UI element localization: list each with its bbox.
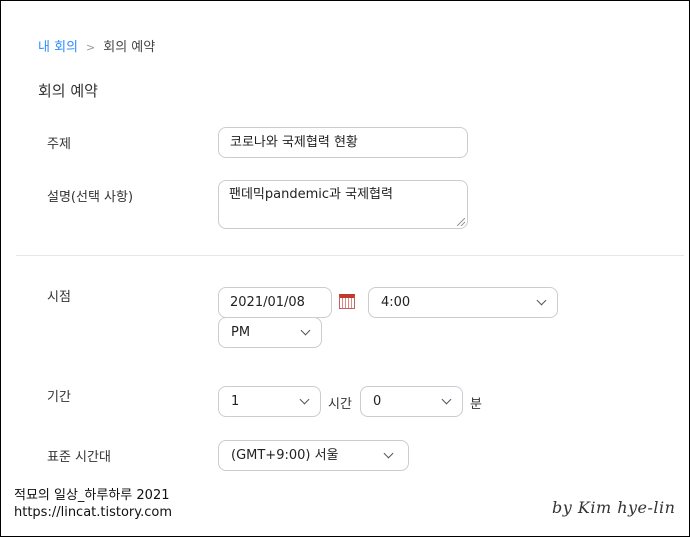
description-label: 설명(선택 사항): [47, 190, 134, 205]
breadcrumb: 내 회의 > 회의 예약: [38, 36, 155, 55]
chevron-down-icon: [300, 325, 311, 336]
time-value: 4:00: [381, 295, 411, 310]
duration-label: 기간: [47, 390, 71, 405]
description-text: 팬데믹pandemic과 국제협력: [229, 187, 393, 202]
blog-watermark: 적묘의 일상_하루하루 2021 https://lincat.tistory.…: [14, 487, 172, 521]
section-divider: [16, 255, 684, 256]
duration-hours-select[interactable]: 1: [218, 386, 321, 417]
blog-watermark-url: https://lincat.tistory.com: [14, 505, 173, 520]
duration-hours-value: 1: [231, 394, 240, 409]
chevron-down-icon: [441, 394, 452, 405]
breadcrumb-separator: >: [86, 41, 96, 54]
chevron-down-icon: [383, 448, 394, 459]
chevron-down-icon: [536, 295, 547, 306]
calendar-icon[interactable]: [339, 294, 355, 309]
breadcrumb-current: 회의 예약: [103, 40, 156, 55]
timezone-label: 표준 시간대: [47, 450, 111, 465]
hours-unit-label: 시간: [328, 397, 352, 412]
resize-handle[interactable]: [457, 218, 465, 226]
ampm-select[interactable]: PM: [218, 317, 322, 348]
topic-label: 주제: [47, 137, 71, 152]
duration-minutes-value: 0: [373, 394, 382, 409]
minutes-unit-label: 분: [470, 397, 482, 412]
breadcrumb-my-meetings-link[interactable]: 내 회의: [38, 40, 78, 55]
timezone-value: (GMT+9:00) 서울: [231, 448, 339, 463]
time-select[interactable]: 4:00: [368, 287, 558, 318]
author-signature: by Kim hye-lin: [552, 498, 676, 517]
blog-watermark-title: 적묘의 일상_하루하루 2021: [14, 488, 170, 503]
timezone-select[interactable]: (GMT+9:00) 서울: [218, 440, 409, 471]
chevron-down-icon: [299, 394, 310, 405]
topic-input[interactable]: 코로나와 국제협력 현황: [218, 127, 468, 158]
when-label: 시점: [47, 290, 71, 305]
duration-minutes-select[interactable]: 0: [360, 386, 463, 417]
date-input[interactable]: 2021/01/08: [218, 287, 332, 318]
description-textarea[interactable]: 팬데믹pandemic과 국제협력: [218, 180, 468, 229]
page-title: 회의 예약: [38, 82, 98, 100]
ampm-value: PM: [231, 325, 251, 340]
